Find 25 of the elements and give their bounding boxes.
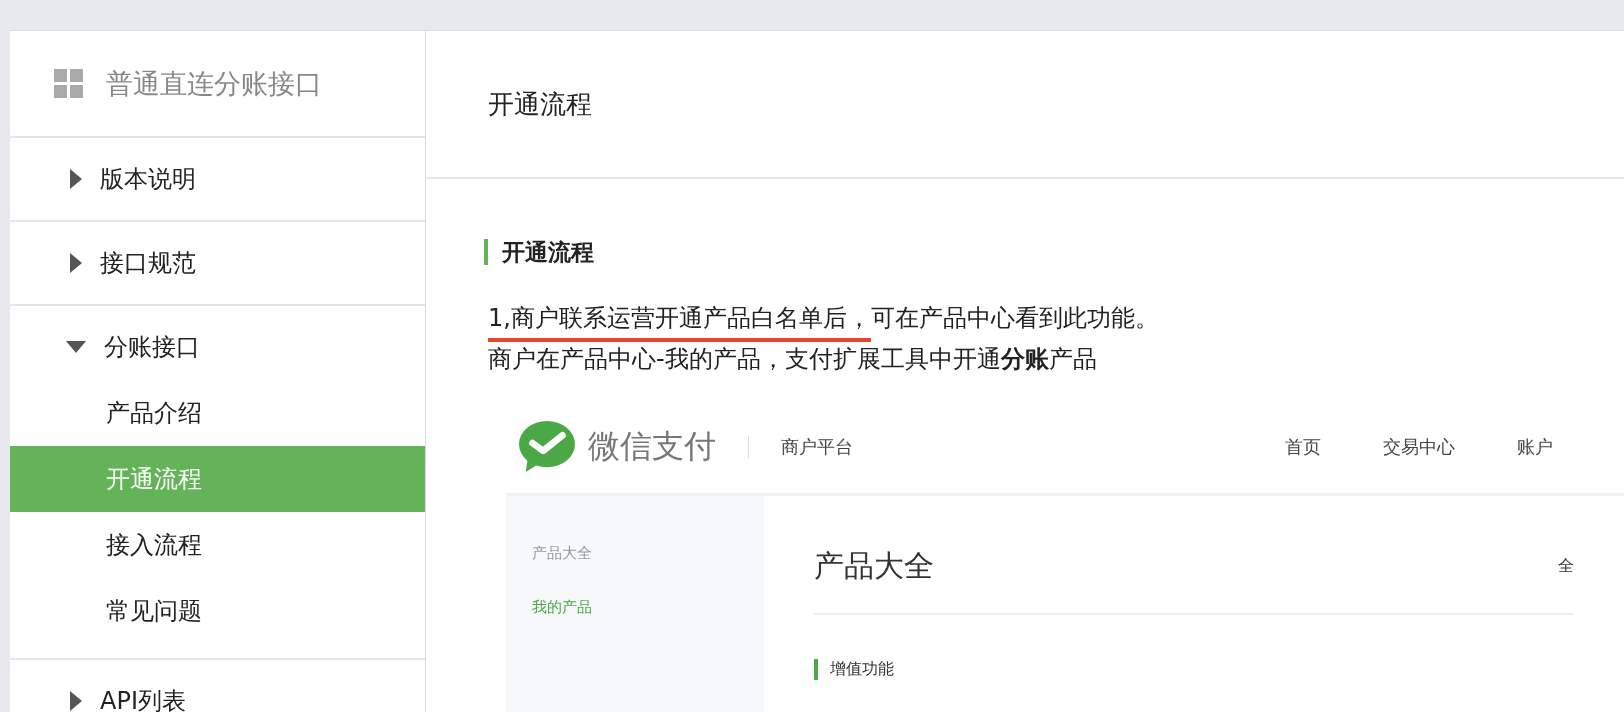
screenshot-tab[interactable]: 全 [1558, 556, 1574, 577]
nav-link[interactable]: 首页 [1285, 435, 1321, 459]
screenshot-subheading: 增值功能 [814, 659, 1624, 680]
caret-icon [66, 341, 86, 353]
platform-label: 商户平台 [781, 435, 853, 459]
caret-icon [70, 691, 82, 711]
grid-icon [54, 68, 84, 99]
brand-name: 微信支付 [588, 426, 716, 467]
underlined-text: 1,商户联系运营开通产品白名单后， [488, 303, 871, 342]
caret-icon [70, 253, 82, 273]
chat-check-icon [518, 420, 576, 474]
sidebar-title: 普通直连分账接口 [106, 66, 322, 101]
sidebar-item[interactable]: 接口规范 [10, 222, 425, 304]
sidebar-item[interactable]: 版本说明 [10, 138, 425, 220]
sidebar-item[interactable]: API列表 [10, 660, 425, 712]
sidebar-subitem[interactable]: 接入流程 [10, 512, 425, 578]
screenshot-heading: 产品大全 [814, 547, 934, 585]
nav-link[interactable]: 交易中心 [1383, 435, 1455, 459]
sidebar-subitem[interactable]: 常见问题 [10, 578, 425, 644]
nav-link[interactable]: 账户 [1517, 435, 1553, 459]
page-title: 开通流程 [488, 87, 592, 121]
caret-icon [70, 169, 82, 189]
paragraph-text: 商户在产品中心-我的产品，支付扩展工具中开通分账产品 [488, 344, 1097, 375]
paragraph-text: 可在产品中心看到此功能。 [870, 303, 1159, 334]
section-heading: 开通流程 [484, 239, 1624, 265]
